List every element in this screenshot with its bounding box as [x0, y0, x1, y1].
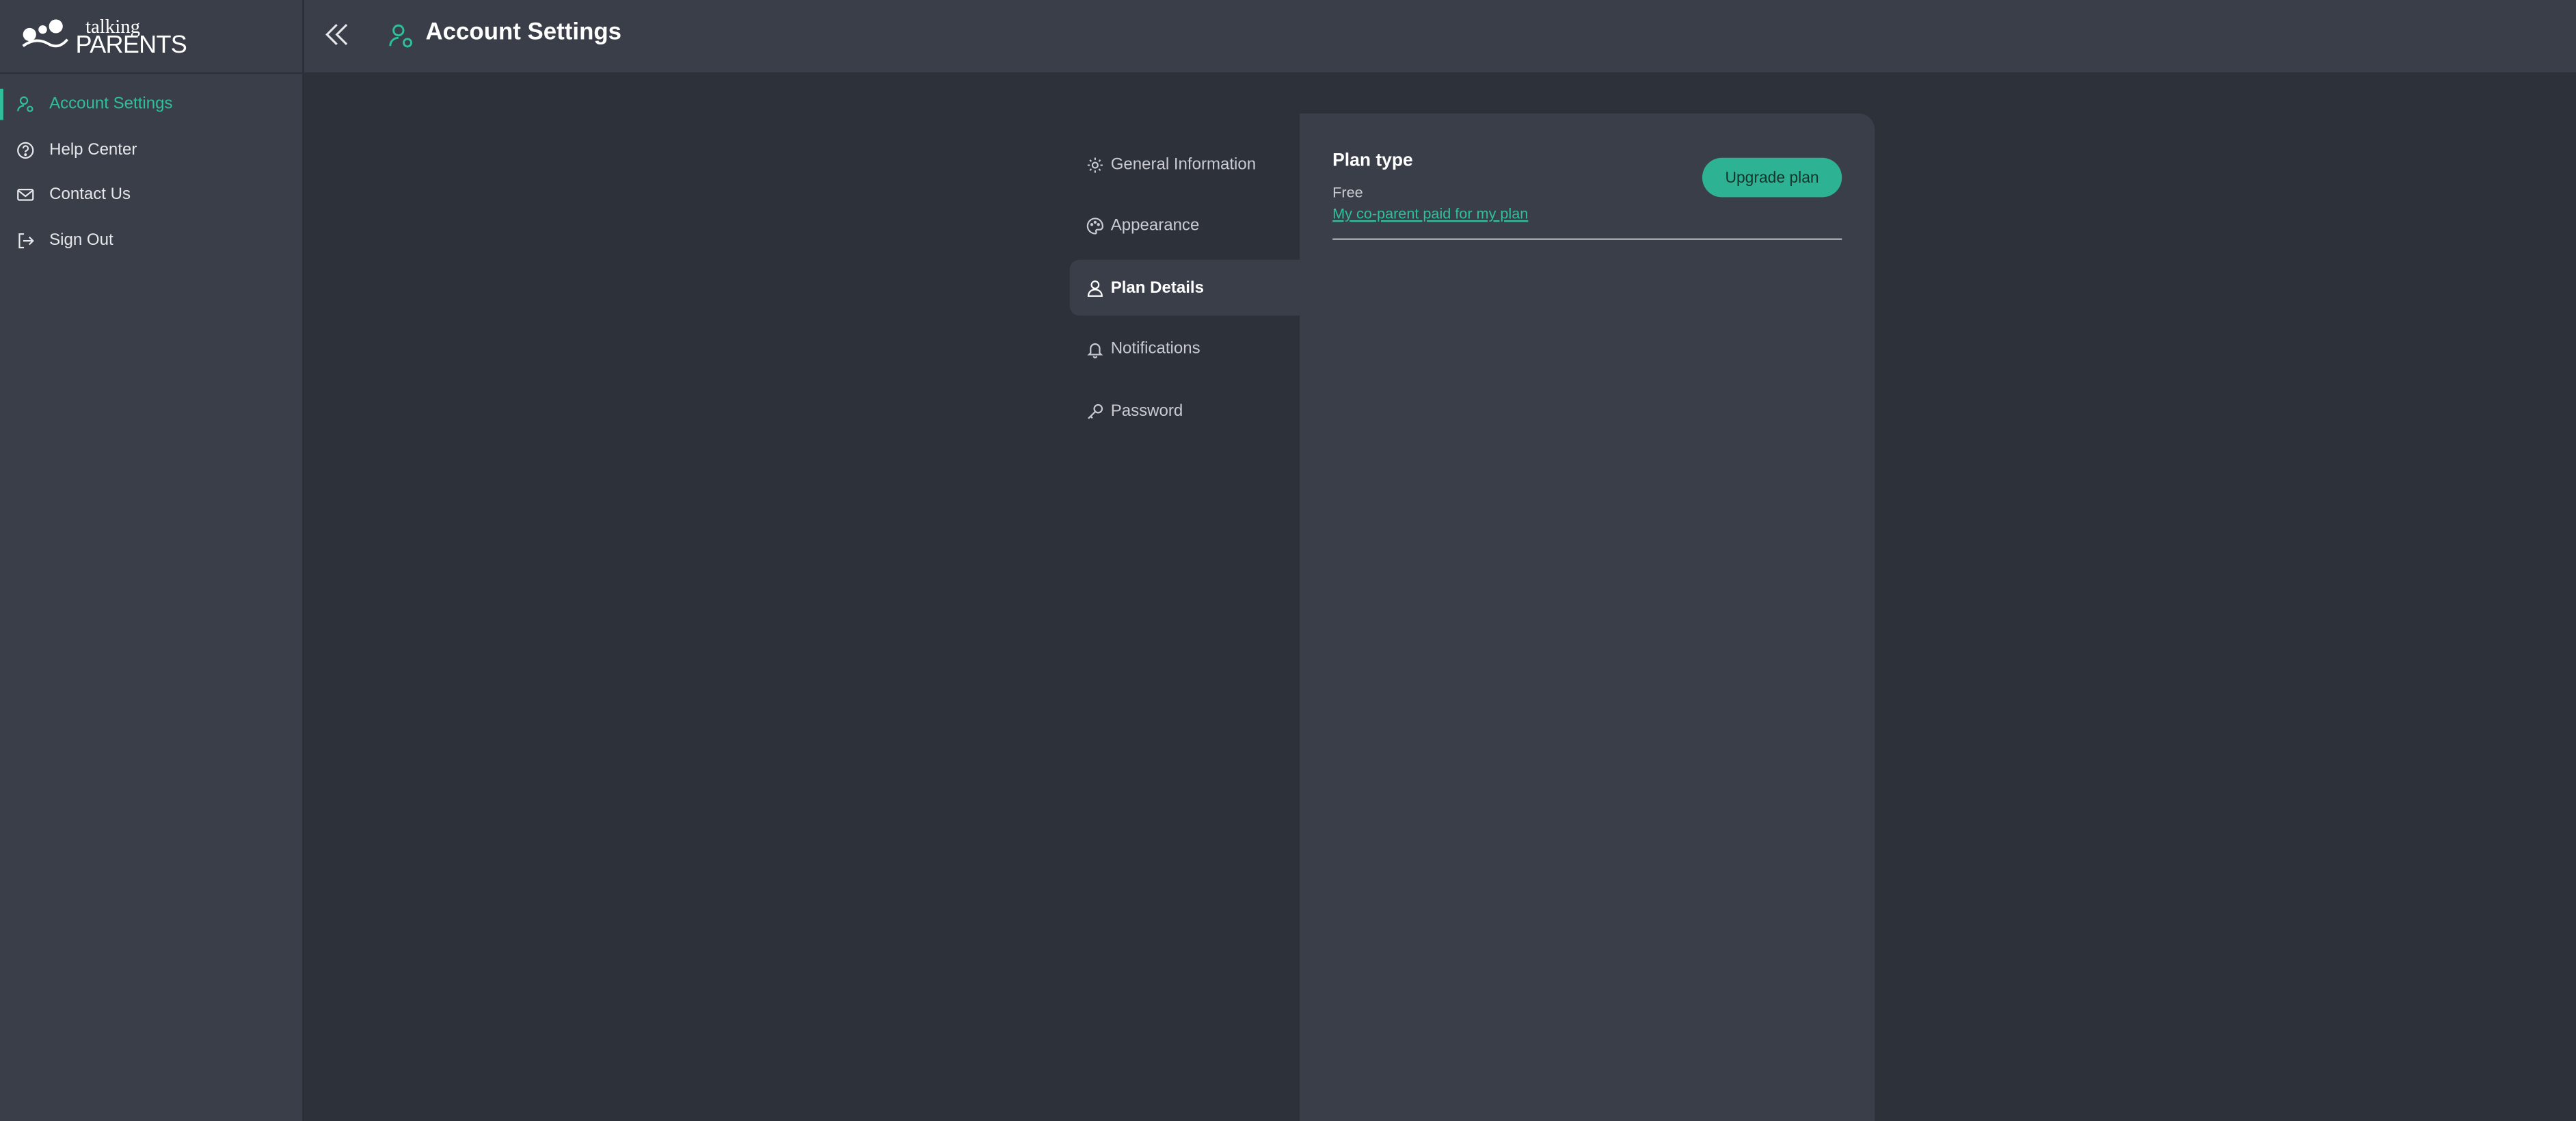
key-icon	[1086, 402, 1104, 420]
sidebar-item-sign-out[interactable]: Sign Out	[0, 217, 304, 263]
tab-password[interactable]: Password	[1070, 383, 1300, 439]
plan-details-panel: Plan type Free My co-parent paid for my …	[1300, 113, 1875, 1121]
logo-mark-icon	[20, 16, 69, 56]
collapse-sidebar-button[interactable]	[323, 21, 349, 47]
settings-tabs: General Information Appearance Plan Deta…	[1069, 136, 1300, 445]
tab-general-information[interactable]: General Information	[1070, 136, 1300, 192]
tab-label: General Information	[1110, 155, 1257, 174]
sidebar-item-account-settings[interactable]: Account Settings	[0, 82, 304, 127]
logo-wordmark: talking PARENTS	[76, 16, 187, 57]
sidebar-divider	[0, 72, 304, 75]
talking-parents-logo[interactable]: talking PARENTS	[20, 13, 187, 59]
upgrade-plan-button[interactable]: Upgrade plan	[1702, 157, 1842, 198]
user-gear-icon	[388, 23, 414, 49]
tab-appearance[interactable]: Appearance	[1070, 198, 1300, 254]
sidebar-item-help-center[interactable]: Help Center	[0, 127, 304, 172]
palette-icon	[1086, 217, 1104, 235]
mail-icon	[16, 186, 34, 204]
bell-icon	[1086, 341, 1104, 358]
sidebar-item-label: Account Settings	[49, 95, 173, 114]
plan-type-label: Plan type	[1332, 151, 1413, 171]
sidebar: talking PARENTS Account Settings Help Ce…	[0, 0, 304, 1121]
app-root: talking PARENTS Account Settings Help Ce…	[0, 0, 2576, 1121]
tab-label: Notifications	[1110, 340, 1200, 358]
tab-label: Plan Details	[1110, 278, 1204, 297]
sidebar-nav: Account Settings Help Center Contact Us	[0, 82, 304, 263]
help-circle-icon	[16, 141, 34, 159]
page-title: Account Settings	[425, 19, 622, 47]
gear-icon	[1086, 155, 1104, 173]
sidebar-item-label: Contact Us	[49, 186, 131, 205]
logo-big-text: PARENTS	[75, 30, 187, 59]
tab-notifications[interactable]: Notifications	[1070, 321, 1300, 378]
tab-plan-details[interactable]: Plan Details	[1069, 259, 1300, 316]
user-icon	[1086, 278, 1104, 296]
panel-divider	[1332, 238, 1842, 240]
plan-type-value: Free	[1332, 184, 1363, 201]
double-chevron-left-icon	[323, 21, 349, 47]
tab-label: Appearance	[1110, 217, 1200, 235]
sign-out-icon	[16, 231, 34, 249]
co-parent-paid-link[interactable]: My co-parent paid for my plan	[1332, 205, 1528, 222]
sidebar-item-label: Sign Out	[49, 231, 113, 250]
top-bar: Account Settings	[304, 0, 2576, 72]
tab-label: Password	[1110, 401, 1183, 421]
sidebar-item-label: Help Center	[49, 141, 137, 159]
sidebar-item-contact-us[interactable]: Contact Us	[0, 172, 304, 217]
user-gear-icon	[16, 96, 34, 114]
